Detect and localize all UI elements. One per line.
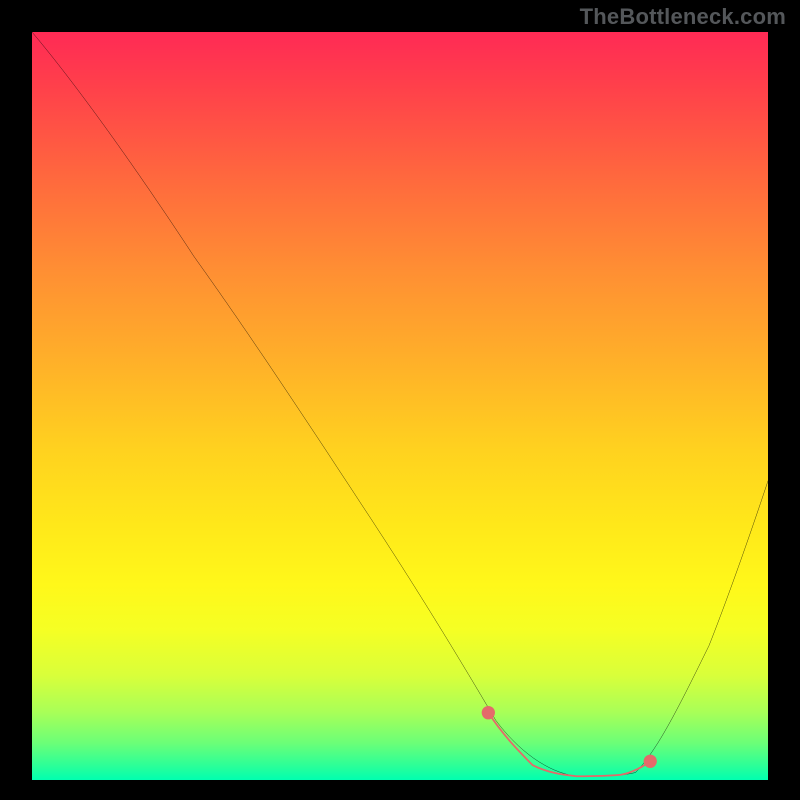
highlight-dot-start — [482, 706, 495, 719]
chart-frame: TheBottleneck.com — [0, 0, 800, 800]
watermark-text: TheBottleneck.com — [580, 4, 786, 30]
highlight-segment — [488, 713, 650, 777]
bottleneck-curve-plot — [32, 32, 768, 780]
highlight-dot-end — [644, 755, 657, 768]
curve-svg — [32, 32, 768, 780]
bottleneck-curve-line — [32, 32, 768, 776]
